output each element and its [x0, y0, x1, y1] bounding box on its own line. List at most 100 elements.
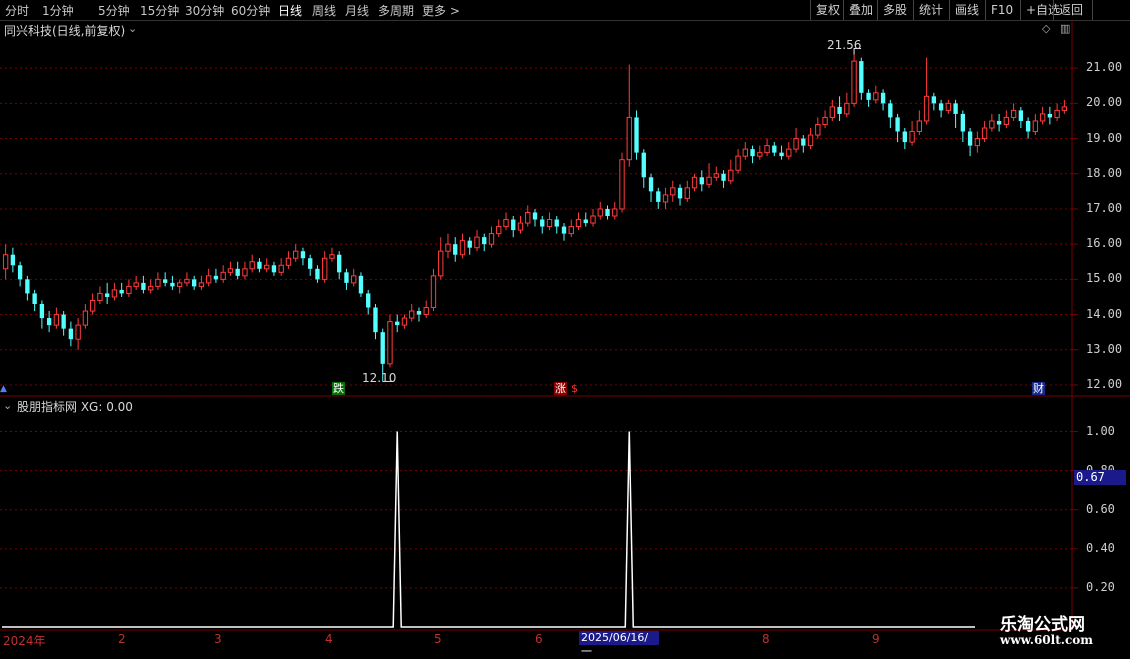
candle-body-up [97, 292, 103, 301]
watermark-title: 乐淘公式网 [1000, 615, 1085, 635]
candle-body-down [61, 314, 66, 329]
candle-body-down [880, 92, 886, 104]
candle-body-up [873, 92, 879, 101]
candle-body-up [285, 257, 292, 266]
watermark-url: www.60lt.com [1000, 633, 1093, 647]
candle-body-up [242, 268, 248, 277]
candle-body-down [141, 282, 146, 290]
x-label-jun: 6 [535, 632, 543, 646]
candle-body-down [532, 212, 538, 220]
candle-body-up [220, 271, 226, 280]
candle-body-up [176, 282, 183, 287]
candle-body-down [902, 131, 908, 143]
candle-body-down [358, 275, 364, 294]
candle-body-up [691, 176, 698, 189]
candle-body-up [401, 317, 408, 326]
candle-body-down [1018, 110, 1024, 121]
high-price-label: 21.56 [827, 38, 862, 52]
candle-body-down [344, 272, 349, 283]
candle-body-down [656, 191, 661, 202]
candle-body-up [764, 145, 770, 154]
candle-body-down [1025, 120, 1031, 132]
candle-body-up [728, 169, 734, 182]
candle-body-down [257, 261, 262, 269]
candle-body-down [170, 282, 175, 287]
event-marker-rise[interactable]: 涨 [554, 382, 567, 395]
low-price-label: 12.10 [362, 371, 397, 385]
candle-body-down [380, 332, 385, 364]
candle-body-up [423, 307, 429, 316]
candle-body-down [511, 219, 516, 231]
indicator-tick-label: 0.20 [1086, 579, 1115, 594]
candle-body-down [699, 177, 704, 185]
candle-body-up [626, 116, 632, 161]
candle-body-up [844, 102, 850, 115]
cursor-date-badge: 2025/06/16/一 [579, 631, 659, 658]
candle-body-up [445, 243, 451, 252]
candle-body-up [793, 138, 799, 150]
candle-body-down [801, 138, 806, 146]
candle-body-up [322, 257, 328, 280]
candle-body-up [503, 219, 509, 228]
candle-body-up [1061, 106, 1068, 111]
candle-body-up [662, 194, 669, 203]
candle-body-up [249, 261, 255, 270]
candle-body-up [75, 324, 81, 340]
event-marker-fall[interactable]: 跌 [332, 382, 345, 395]
x-label-2024: 2024年 [3, 634, 46, 648]
candle-body-up [851, 60, 857, 104]
indicator-tick-label: 1.00 [1086, 423, 1115, 438]
candle-body-down [17, 265, 23, 280]
candle-body-up [619, 159, 625, 210]
candle-body-up [387, 321, 393, 365]
candle-body-down [119, 289, 124, 294]
candle-body-up [155, 278, 161, 287]
candle-body-up [459, 240, 466, 256]
x-label-mar: 3 [214, 632, 222, 646]
x-label-sep: 9 [872, 632, 880, 646]
candle-body-up [205, 275, 212, 284]
candle-body-down [779, 152, 784, 157]
candle-body-down [191, 279, 197, 287]
candle-body-up [546, 219, 553, 228]
candle-body-down [46, 318, 52, 326]
event-marker-finance[interactable]: 财 [1032, 382, 1045, 395]
candle-body-up [597, 208, 603, 217]
candle-body-down [300, 251, 306, 259]
cursor-value-badge: 0.67 [1074, 470, 1126, 485]
candle-body-down [721, 173, 726, 181]
candle-body-down [554, 219, 559, 227]
candle-body-up [568, 226, 574, 235]
event-marker-dollar[interactable]: $ [570, 382, 579, 395]
candle-body-up [981, 127, 988, 140]
candle-body-down [308, 258, 313, 269]
candle-body-up [430, 275, 437, 309]
candle-body-down [68, 328, 74, 340]
candle-body-down [453, 244, 458, 255]
candle-body-up [496, 226, 502, 235]
scroll-left-icon[interactable]: ▲ [0, 384, 7, 394]
candle-body-up [1039, 113, 1046, 122]
indicator-tick-label: 0.60 [1086, 501, 1115, 516]
candle-body-down [25, 279, 30, 294]
candle-body-down [677, 187, 683, 199]
candle-body-down [866, 92, 871, 100]
candle-body-up [909, 131, 915, 143]
candle-body-up [184, 278, 190, 284]
indicator-title: 股朋指标网 XG: 0.00 [17, 400, 133, 414]
candle-body-up [822, 116, 828, 125]
candle-body-up [409, 310, 415, 319]
chevron-down-icon[interactable]: ⌄ [3, 399, 12, 412]
candle-body-down [583, 219, 588, 224]
candle-body-up [438, 250, 444, 277]
candle-body-down [395, 321, 400, 326]
candle-body-up [1003, 116, 1010, 125]
candle-body-down [104, 293, 110, 297]
candle-body-down [772, 145, 777, 153]
candle-body-down [895, 117, 900, 132]
candle-body-down [416, 311, 422, 315]
candle-body-up [278, 264, 284, 273]
candle-body-up [757, 152, 763, 157]
candle-body-up [916, 120, 923, 133]
candle-body-down [648, 177, 654, 192]
